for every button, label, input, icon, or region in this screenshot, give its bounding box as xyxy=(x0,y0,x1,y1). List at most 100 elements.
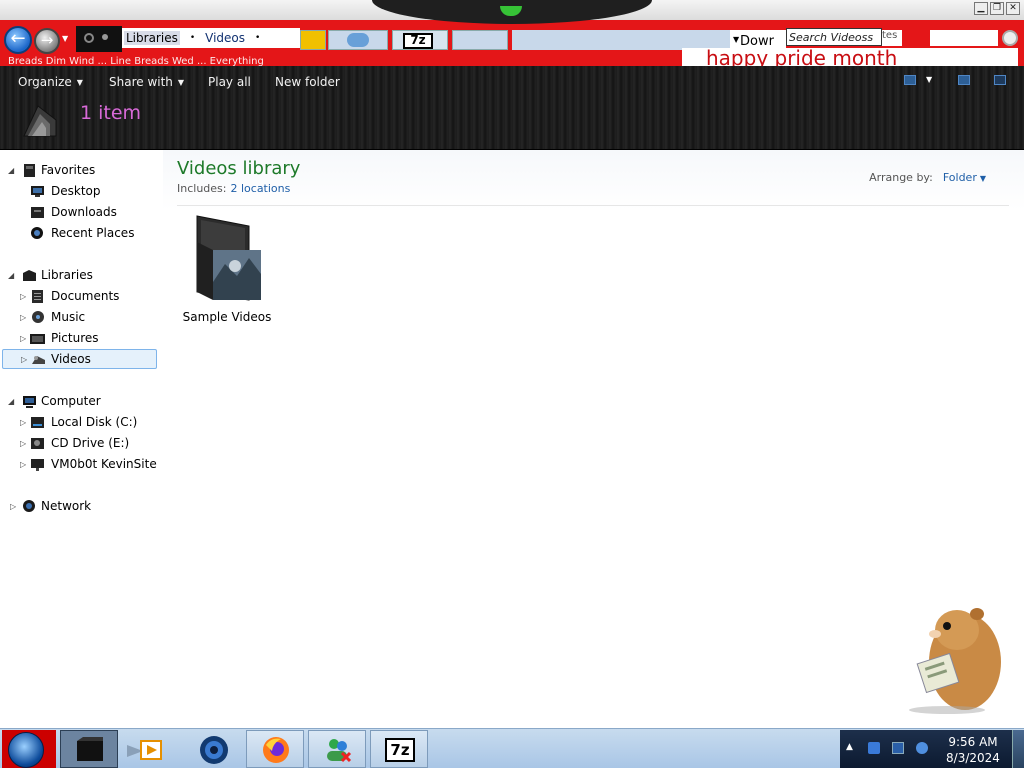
quicklaunch-7zip[interactable]: 7z xyxy=(392,30,448,50)
window-titlebar: ▁ ❐ ✕ Breads Dim Wind ... Line Breads We… xyxy=(0,0,1024,66)
nav-item-pictures[interactable]: ▷ Pictures xyxy=(8,328,158,348)
new-folder-button[interactable]: New folder xyxy=(275,75,340,89)
nav-item-documents[interactable]: ▷ Documents xyxy=(8,286,158,306)
taskbar-messenger[interactable] xyxy=(308,730,366,768)
nav-favorites-label: Favorites xyxy=(41,163,96,177)
collapse-icon[interactable]: ◢ xyxy=(8,397,14,406)
nav-item-local-disk[interactable]: ▷ Local Disk (C:) xyxy=(8,412,158,432)
includes-locations-link[interactable]: 2 locations xyxy=(230,182,290,195)
back-button[interactable]: ← xyxy=(4,26,32,54)
nav-network[interactable]: ▷ Network xyxy=(8,496,158,516)
includes-label: Includes: xyxy=(177,182,227,195)
nav-item-label: VM0b0t KevinSite xyxy=(51,457,157,471)
chevron-down-icon: ▼ xyxy=(733,35,740,44)
hamster-mascot-image xyxy=(909,608,1001,714)
expand-icon[interactable]: ▷ xyxy=(20,292,26,301)
breadcrumb-separator[interactable]: • xyxy=(255,33,260,43)
forward-button[interactable]: → xyxy=(34,28,60,54)
collapse-icon[interactable]: ◢ xyxy=(8,271,14,280)
green-indicator xyxy=(500,6,522,16)
nav-item-music[interactable]: ▷ Music xyxy=(8,307,158,327)
network-drive-icon xyxy=(31,458,44,471)
nav-favorites[interactable]: ◢ Favorites xyxy=(8,160,158,180)
network-status-icon[interactable] xyxy=(892,742,904,754)
chevron-down-icon: ▼ xyxy=(177,78,185,87)
address-bar[interactable]: Libraries • Videos • xyxy=(122,28,300,48)
expand-icon[interactable]: ▷ xyxy=(20,460,26,469)
chevron-down-icon: ▼ xyxy=(76,78,83,87)
share-with-menu[interactable]: Share with ▼ xyxy=(109,75,184,89)
clock[interactable]: 9:56 AM 8/3/2024 xyxy=(940,734,1006,766)
nav-item-videos[interactable]: ▷ Videos xyxy=(2,349,157,369)
7zip-icon: 7z xyxy=(385,738,415,762)
play-all-button[interactable]: Play all xyxy=(208,75,251,89)
nav-item-label: Downloads xyxy=(51,205,117,219)
file-item-folder[interactable]: Sample Videos xyxy=(179,212,275,324)
pictures-icon xyxy=(30,333,45,344)
recent-pages-dropdown[interactable]: ▼ xyxy=(62,34,68,43)
search-field-secondary[interactable] xyxy=(930,30,998,46)
nav-computer-label: Computer xyxy=(41,394,101,408)
nav-item-label: Documents xyxy=(51,289,120,303)
expand-icon[interactable]: ▷ xyxy=(20,334,26,343)
nav-item-desktop[interactable]: Desktop xyxy=(8,181,158,201)
change-view-icon[interactable] xyxy=(904,75,916,85)
people-icon xyxy=(327,739,352,763)
command-bar: Organize ▼ Share with ▼ Play all New folde… xyxy=(0,66,1024,150)
arrange-by-dropdown[interactable]: Folder xyxy=(943,171,977,184)
start-button[interactable] xyxy=(2,730,56,768)
taskbar-explorer[interactable] xyxy=(60,730,118,768)
nav-libraries[interactable]: ◢ Libraries xyxy=(8,265,158,285)
nav-item-recent-places[interactable]: Recent Places xyxy=(8,223,158,243)
pride-banner: happy pride month xyxy=(682,48,1018,66)
expand-icon[interactable]: ▷ xyxy=(20,439,26,448)
close-button[interactable]: ✕ xyxy=(1006,2,1020,15)
ticker-strip: Breads Dim Wind ... Line Breads Wed ... … xyxy=(0,54,680,66)
nav-item-cd-drive[interactable]: ▷ CD Drive (E:) xyxy=(8,433,158,453)
volume-icon[interactable] xyxy=(916,742,928,754)
people-icon xyxy=(347,33,369,47)
nav-item-downloads[interactable]: Downloads xyxy=(8,202,158,222)
minimize-button[interactable]: ▁ xyxy=(974,2,988,15)
breadcrumb-libraries[interactable]: Libraries xyxy=(124,31,180,45)
expand-icon[interactable]: ▷ xyxy=(10,502,16,511)
window-controls: ▁ ❐ ✕ xyxy=(974,2,1020,15)
breadcrumb-videos[interactable]: Videos xyxy=(205,31,245,45)
ticker-text: Breads Dim Wind ... Line Breads Wed ... … xyxy=(8,56,264,66)
view-options-dropdown[interactable]: ▼ xyxy=(926,75,932,84)
network-icon xyxy=(23,499,35,512)
top-decoration xyxy=(372,0,652,24)
expand-icon[interactable]: ▷ xyxy=(20,313,26,322)
maximize-button[interactable]: ❐ xyxy=(990,2,1004,15)
system-tray: ▲ 9:56 AM 8/3/2024 xyxy=(840,730,1024,768)
quicklaunch-people[interactable] xyxy=(328,30,388,50)
help-icon[interactable] xyxy=(994,75,1006,85)
taskbar-browser[interactable] xyxy=(184,730,242,768)
quicklaunch-folder[interactable] xyxy=(300,30,326,50)
nav-item-label: Music xyxy=(51,310,86,324)
show-desktop-button[interactable] xyxy=(1012,730,1024,768)
item-count: 1 item xyxy=(80,102,142,124)
search-input[interactable]: Search Videoss xyxy=(786,28,882,46)
taskbar-firefox[interactable] xyxy=(246,730,304,768)
organize-menu[interactable]: Organize ▼ xyxy=(18,75,83,89)
nav-item-network-drive[interactable]: ▷ VM0b0t KevinSite xyxy=(8,454,158,474)
firefox-icon xyxy=(263,737,289,763)
globe-icon xyxy=(200,736,228,764)
search-icon[interactable] xyxy=(1002,30,1018,46)
expand-icon[interactable]: ▷ xyxy=(20,418,26,427)
tray-app-icon[interactable] xyxy=(868,742,880,754)
breadcrumb-separator[interactable]: • xyxy=(190,33,195,43)
preview-pane-icon[interactable] xyxy=(958,75,970,85)
folder-label: Sample Videos xyxy=(182,310,272,324)
nav-computer[interactable]: ◢ Computer xyxy=(8,391,158,411)
arrange-by-label: Arrange by: xyxy=(869,171,933,184)
expand-icon[interactable]: ▷ xyxy=(21,355,27,364)
show-hidden-icons-button[interactable]: ▲ xyxy=(846,742,853,752)
computer-icon xyxy=(23,395,36,408)
content-pane: Videos library Includes: 2 locations Arra… xyxy=(163,150,1024,728)
taskbar-7zip[interactable]: 7z xyxy=(370,730,428,768)
taskbar-media-player[interactable] xyxy=(122,730,180,768)
quicklaunch-window[interactable] xyxy=(452,30,508,50)
collapse-icon[interactable]: ◢ xyxy=(8,166,14,175)
